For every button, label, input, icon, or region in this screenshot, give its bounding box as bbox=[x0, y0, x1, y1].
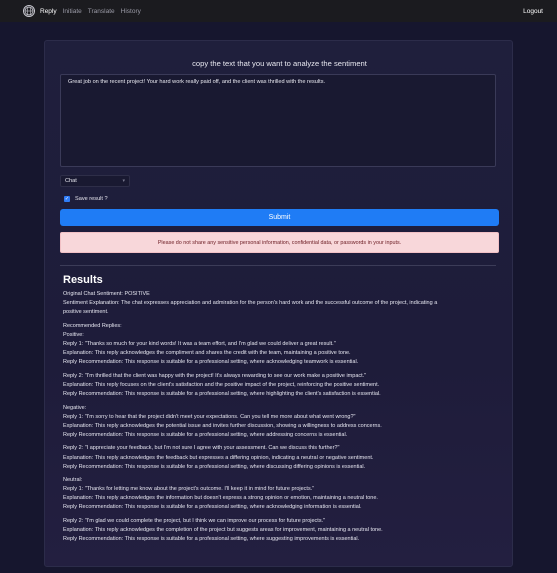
neutral-reply-2: Reply 2: "I'm glad we could complete the… bbox=[63, 518, 326, 525]
negative-reply-1-recommendation: Reply Recommendation: This response is s… bbox=[63, 431, 348, 438]
sentiment-explanation-1: Sentiment Explanation: The chat expresse… bbox=[63, 300, 438, 307]
positive-reply-1-recommendation: Reply Recommendation: This response is s… bbox=[63, 359, 359, 366]
sentiment-explanation-2: positive sentiment. bbox=[63, 309, 109, 316]
negative-reply-2-explanation: Explanation: This reply acknowledges the… bbox=[63, 454, 374, 461]
positive-reply-2-explanation: Explanation: This reply focuses on the c… bbox=[63, 381, 380, 388]
nav-history[interactable]: History bbox=[121, 8, 141, 15]
chevron-down-icon: ▾ bbox=[122, 178, 125, 184]
positive-reply-2-recommendation: Reply Recommendation: This response is s… bbox=[63, 390, 381, 397]
checkmark-icon: ✓ bbox=[64, 196, 70, 202]
results-section: Results Original Chat Sentiment: POSITIV… bbox=[63, 274, 493, 544]
submit-button[interactable]: Submit bbox=[60, 209, 499, 226]
negative-reply-2: Reply 2: "I appreciate your feedback, bu… bbox=[63, 445, 340, 452]
type-select[interactable]: Chat ▾ bbox=[60, 175, 130, 187]
negative-reply-1: Reply 1: "I'm sorry to hear that the pro… bbox=[63, 413, 356, 420]
neutral-heading: Neutral: bbox=[63, 477, 83, 484]
save-result-label: Save result ? bbox=[75, 196, 108, 202]
nav-reply[interactable]: Reply bbox=[40, 8, 57, 15]
sentiment-line: Original Chat Sentiment: POSITIVE bbox=[63, 291, 150, 297]
divider bbox=[60, 265, 496, 266]
neutral-reply-1-recommendation: Reply Recommendation: This response is s… bbox=[63, 504, 362, 511]
text-input[interactable]: Great job on the recent project! Your ha… bbox=[60, 74, 496, 167]
neutral-reply-2-recommendation: Reply Recommendation: This response is s… bbox=[63, 536, 360, 543]
analyze-card: copy the text that you want to analyze t… bbox=[44, 40, 513, 567]
neutral-reply-1: Reply 1: "Thanks for letting me know abo… bbox=[63, 486, 315, 493]
prompt-title: copy the text that you want to analyze t… bbox=[192, 59, 367, 68]
navbar: Reply Initiate Translate History Logout bbox=[0, 0, 557, 22]
negative-reply-2-recommendation: Reply Recommendation: This response is s… bbox=[63, 463, 366, 470]
privacy-warning: Please do not share any sensitive person… bbox=[60, 232, 499, 253]
negative-reply-1-explanation: Explanation: This reply acknowledges the… bbox=[63, 422, 382, 429]
positive-heading: Positive: bbox=[63, 331, 84, 338]
nav-translate[interactable]: Translate bbox=[88, 8, 115, 15]
positive-reply-1: Reply 1: "Thanks so much for your kind w… bbox=[63, 340, 336, 347]
save-result-checkbox[interactable]: ✓ bbox=[64, 196, 70, 202]
results-heading: Results bbox=[63, 274, 103, 286]
neutral-reply-1-explanation: Explanation: This reply acknowledges the… bbox=[63, 495, 378, 502]
recommended-heading: Recommended Replies: bbox=[63, 322, 122, 329]
positive-reply-2: Reply 2: "I'm thrilled that the client w… bbox=[63, 372, 367, 379]
globe-logo-icon[interactable] bbox=[23, 5, 35, 17]
negative-heading: Negative: bbox=[63, 404, 87, 411]
type-select-value: Chat bbox=[65, 178, 77, 184]
save-result-row[interactable]: ✓ Save result ? bbox=[64, 195, 108, 203]
logout-link[interactable]: Logout bbox=[523, 8, 543, 15]
neutral-reply-2-explanation: Explanation: This reply acknowledges the… bbox=[63, 527, 383, 534]
positive-reply-1-explanation: Explanation: This reply acknowledges the… bbox=[63, 350, 351, 357]
nav-initiate[interactable]: Initiate bbox=[63, 8, 82, 15]
